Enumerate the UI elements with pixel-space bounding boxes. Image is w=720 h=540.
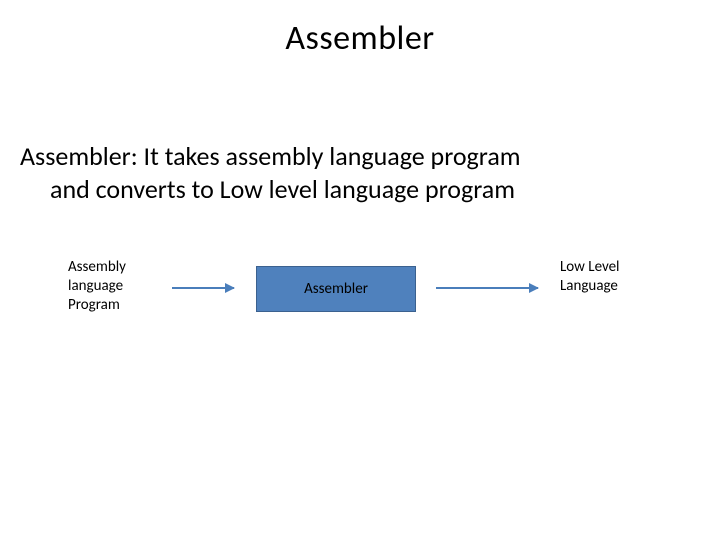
slide-body: Assembler: It takes assembly language pr… (20, 140, 700, 205)
flow-output-line2: Language (560, 277, 618, 295)
flow-output-label: Low Level Language (560, 258, 680, 296)
flow-input-line3: Program (68, 296, 120, 314)
body-line-1: Assembler: It takes assembly language pr… (20, 140, 521, 172)
arrow-icon (436, 287, 538, 289)
arrow-icon (172, 287, 234, 289)
flow-process-label: Assembler (304, 280, 368, 298)
slide-title: Assembler (0, 18, 720, 59)
flow-input-label: Assembly language Program (68, 258, 178, 314)
flow-input-line1: Assembly (68, 258, 126, 276)
flow-process-box: Assembler (256, 266, 416, 312)
flow-input-line2: language (68, 277, 123, 295)
flow-output-line1: Low Level (560, 258, 620, 276)
body-line-2: and converts to Low level language progr… (20, 173, 700, 206)
